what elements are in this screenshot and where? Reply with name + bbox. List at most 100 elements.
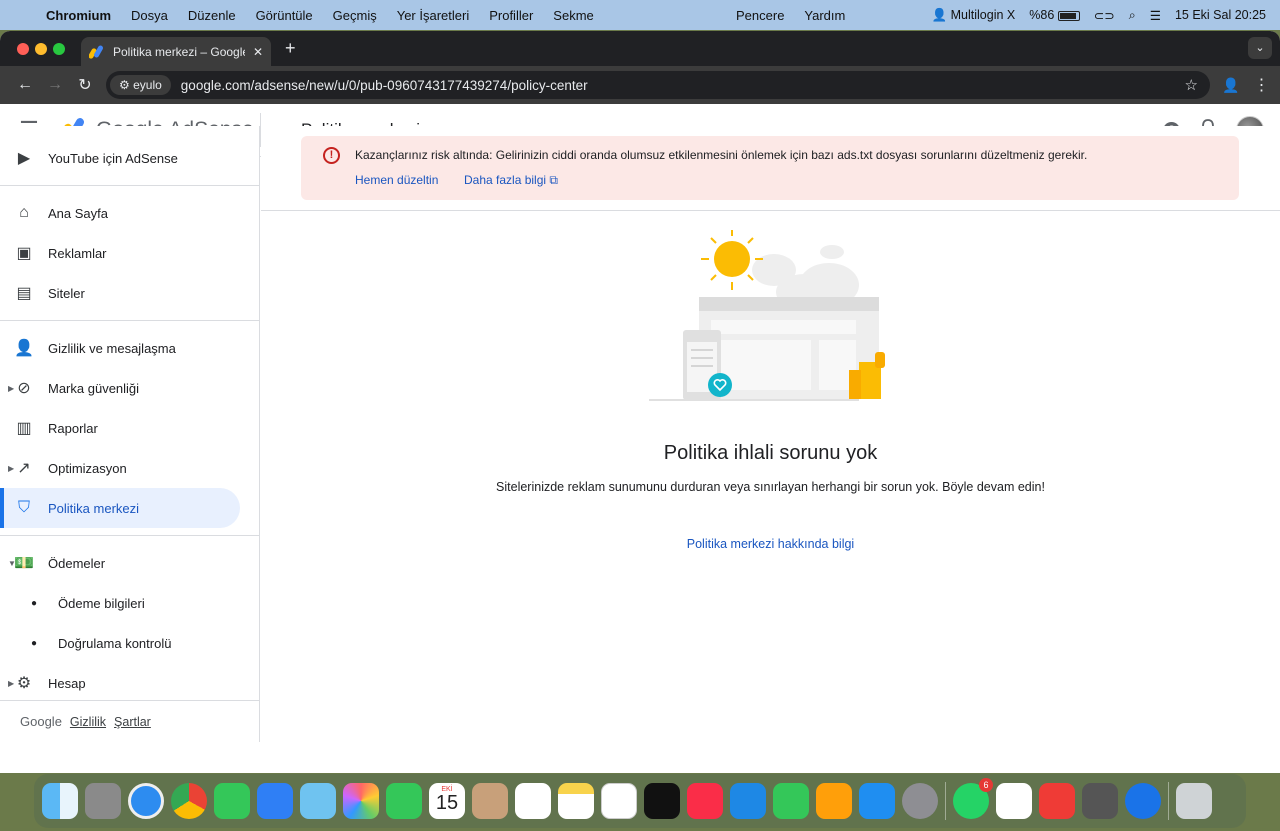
- sidebar-item-reports[interactable]: ▥ Raporlar: [0, 408, 259, 448]
- menu-app-name[interactable]: Chromium: [46, 8, 111, 23]
- menu-bookmarks[interactable]: Yer İşaretleri: [397, 8, 470, 23]
- sidebar-divider: [0, 535, 259, 536]
- macos-dock: EKİ 15 6: [34, 774, 1246, 828]
- numbers-icon[interactable]: [773, 783, 809, 819]
- sidebar-subitem-payment-info[interactable]: ● Ödeme bilgileri: [0, 583, 259, 623]
- forward-arrow-icon[interactable]: →: [40, 76, 70, 94]
- sidebar-item-optimization[interactable]: ▶ ↗ Optimizasyon: [0, 448, 259, 488]
- spotlight-search-icon[interactable]: ⌕: [1129, 8, 1136, 23]
- sidebar-item-account[interactable]: ▶ ⚙ Hesap: [0, 663, 259, 703]
- zoom-window-button[interactable]: [53, 42, 65, 55]
- pages-icon[interactable]: [816, 783, 852, 819]
- photos-icon[interactable]: [343, 783, 379, 819]
- expand-arrow-icon[interactable]: ▶: [8, 464, 14, 473]
- expand-arrow-icon[interactable]: ▶: [8, 384, 14, 393]
- browser-tab-active[interactable]: Politika merkezi – Google AdSense ✕: [81, 37, 271, 66]
- sidebar-item-youtube[interactable]: ▶ YouTube için AdSense: [0, 138, 259, 178]
- sidebar-item-label: Ödeme bilgileri: [58, 595, 145, 611]
- open-in-new-icon: ⧉: [549, 173, 558, 187]
- policy-center-info-link[interactable]: Politika merkezi hakkında bilgi: [687, 537, 854, 551]
- safari-icon[interactable]: [128, 783, 164, 819]
- menu-edit[interactable]: Düzenle: [188, 8, 236, 23]
- battery-status[interactable]: %86: [1029, 8, 1080, 22]
- freeform-icon[interactable]: [601, 783, 637, 819]
- sidebar-item-sites[interactable]: ▤ Siteler: [0, 273, 259, 313]
- fix-now-link[interactable]: Hemen düzeltin: [355, 173, 438, 187]
- menu-window[interactable]: Pencere: [736, 8, 784, 23]
- reload-icon[interactable]: ↻: [70, 75, 100, 95]
- main-content: ! Kazançlarınız risk altında: Gelirinizi…: [261, 126, 1280, 742]
- learn-more-link[interactable]: Daha fazla bilgi ⧉: [464, 173, 558, 188]
- menu-history[interactable]: Geçmiş: [333, 8, 377, 23]
- tab-close-icon[interactable]: ✕: [253, 45, 263, 59]
- menubar-clock[interactable]: 15 Eki Sal 20:25: [1175, 8, 1266, 22]
- menu-file[interactable]: Dosya: [131, 8, 168, 23]
- more-menu-icon[interactable]: ⋮: [1253, 75, 1269, 95]
- back-arrow-icon[interactable]: ←: [10, 76, 40, 94]
- dock-separator: [945, 782, 946, 820]
- sidebar-item-brand-safety[interactable]: ▶ ⊘ Marka güvenliği: [0, 368, 259, 408]
- privacy-link[interactable]: Gizlilik: [70, 715, 106, 729]
- keynote-icon[interactable]: [730, 783, 766, 819]
- expand-arrow-icon[interactable]: ▶: [8, 679, 14, 688]
- sidebar-subitem-verification[interactable]: ● Doğrulama kontrolü: [0, 623, 259, 663]
- notes-icon[interactable]: [558, 783, 594, 819]
- sidebar-item-privacy[interactable]: 👤 Gizlilik ve mesajlaşma: [0, 328, 259, 368]
- sidebar-divider: [0, 185, 259, 186]
- close-window-button[interactable]: [17, 42, 29, 55]
- launchpad-icon[interactable]: [85, 783, 121, 819]
- chrome-icon[interactable]: [171, 783, 207, 819]
- sidebar-divider: [0, 320, 259, 321]
- site-info-chip[interactable]: ⚙ eyulo: [110, 75, 171, 95]
- youtube-icon: ▶: [17, 150, 31, 167]
- sidebar-item-payments[interactable]: ▼ 💵 Ödemeler: [0, 543, 259, 583]
- sidebar-item-policy-center[interactable]: ⛉ Politika merkezi: [0, 488, 240, 528]
- maps-icon[interactable]: [300, 783, 336, 819]
- apple-tv-icon[interactable]: [644, 783, 680, 819]
- profile-icon[interactable]: 👤: [1222, 77, 1239, 94]
- link-icon[interactable]: ⊂⊃: [1094, 8, 1115, 23]
- sidebar-item-home[interactable]: ⌂ Ana Sayfa: [0, 193, 259, 233]
- collapse-arrow-icon[interactable]: ▼: [8, 559, 16, 568]
- home-icon: ⌂: [19, 204, 29, 221]
- contacts-icon[interactable]: [472, 783, 508, 819]
- menu-profiles[interactable]: Profiller: [489, 8, 533, 23]
- mail-icon[interactable]: [257, 783, 293, 819]
- app-store-icon[interactable]: [859, 783, 895, 819]
- facetime-icon[interactable]: [386, 783, 422, 819]
- terms-link[interactable]: Şartlar: [114, 715, 151, 729]
- multilogin-icon[interactable]: [996, 783, 1032, 819]
- url-text[interactable]: google.com/adsense/new/u/0/pub-096074317…: [181, 78, 1185, 93]
- control-center-icon[interactable]: ☰: [1150, 8, 1161, 23]
- calendar-icon[interactable]: EKİ 15: [429, 783, 465, 819]
- chromium-icon[interactable]: [1125, 783, 1161, 819]
- reports-chart-icon: ▥: [16, 420, 32, 437]
- trash-icon[interactable]: [1176, 783, 1212, 819]
- messages-icon[interactable]: [214, 783, 250, 819]
- anydesk-icon[interactable]: [1039, 783, 1075, 819]
- new-tab-button[interactable]: +: [285, 38, 296, 59]
- sidebar-item-label: Siteler: [48, 285, 85, 301]
- whatsapp-badge: 6: [979, 778, 993, 792]
- menu-tab[interactable]: Sekme: [553, 8, 593, 23]
- system-settings-icon[interactable]: [902, 783, 938, 819]
- whatsapp-icon[interactable]: 6: [953, 778, 993, 819]
- finder-icon[interactable]: [42, 783, 78, 819]
- sidebar-item-label: YouTube için AdSense: [48, 150, 178, 166]
- tab-search-chevron-icon[interactable]: ⌄: [1248, 37, 1272, 59]
- no-issues-illustration: [649, 230, 885, 401]
- bookmark-star-icon[interactable]: ☆: [1185, 76, 1198, 94]
- tab-strip: Politika merkezi – Google AdSense ✕ + ⌄: [0, 31, 1280, 66]
- calculator-icon[interactable]: [1082, 783, 1118, 819]
- menu-help[interactable]: Yardım: [804, 8, 845, 23]
- reminders-icon[interactable]: [515, 783, 551, 819]
- sites-icon: ▤: [16, 285, 32, 302]
- multilogin-status-item[interactable]: 👤 Multilogin X: [932, 8, 1016, 23]
- sidebar-item-label: Hesap: [48, 675, 86, 691]
- menu-view[interactable]: Görüntüle: [256, 8, 313, 23]
- music-icon[interactable]: [687, 783, 723, 819]
- minimize-window-button[interactable]: [35, 42, 47, 55]
- address-bar[interactable]: ⚙ eyulo google.com/adsense/new/u/0/pub-0…: [106, 71, 1210, 99]
- sidebar-item-ads[interactable]: ▣ Reklamlar: [0, 233, 259, 273]
- privacy-person-icon: 👤: [14, 340, 34, 357]
